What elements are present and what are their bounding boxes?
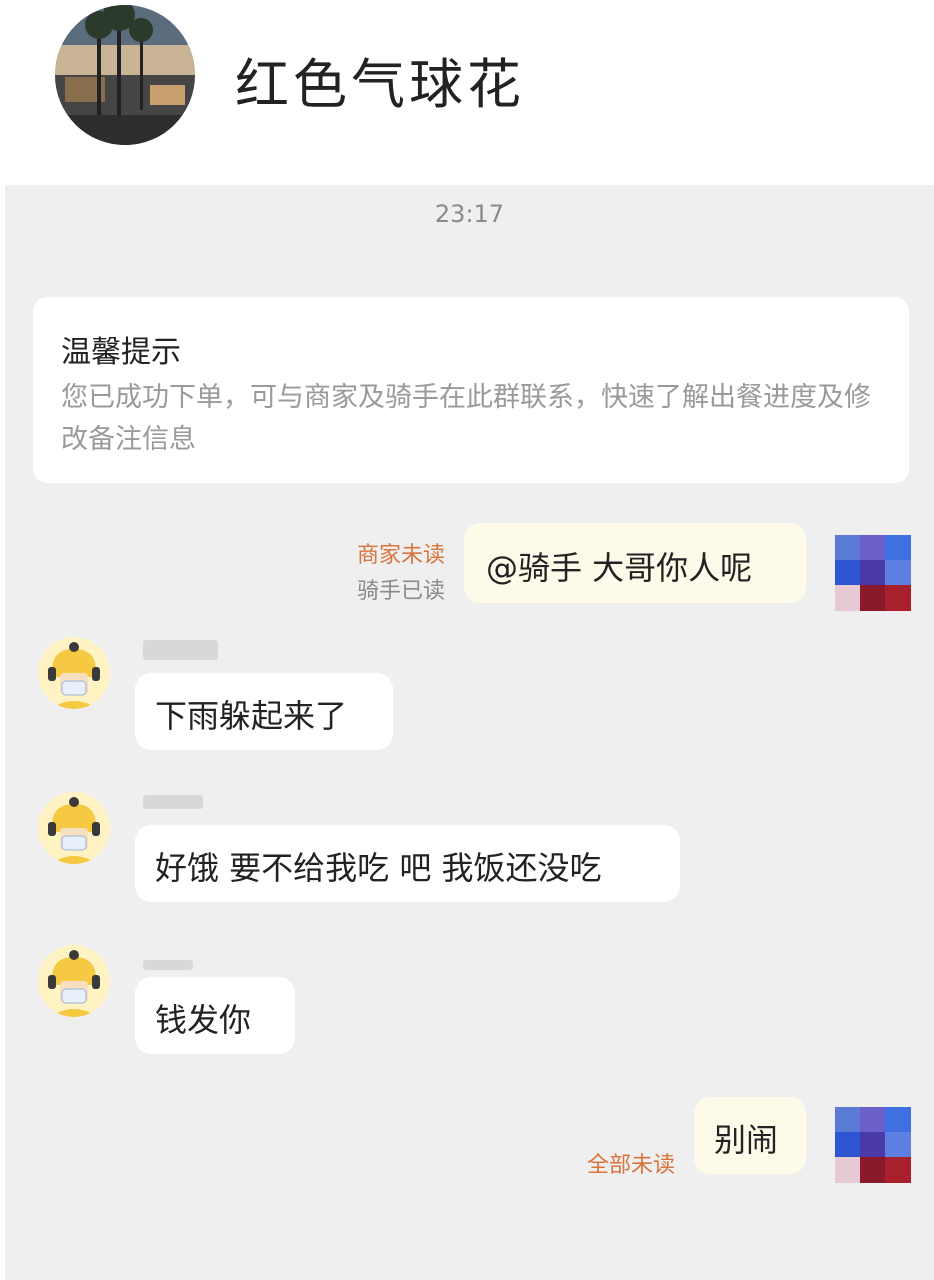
chat-header: 红色气球花 [0, 0, 934, 185]
pixelated-avatar-icon[interactable] [835, 1107, 911, 1183]
rider-helmet-avatar-icon[interactable] [38, 792, 110, 864]
read-status-rider-read: 骑手已读 [356, 579, 445, 604]
palm-street-avatar-icon [55, 5, 195, 145]
chat-area[interactable]: 23:17 温馨提示 您已成功下单，可与商家及骑手在此群联系，快速了解出餐进度及… [5, 185, 934, 1280]
group-avatar[interactable] [55, 5, 195, 145]
message-bubble-self[interactable]: @骑手 大哥你人呢 [464, 523, 806, 603]
pixelated-avatar-icon[interactable] [835, 535, 911, 611]
message-bubble-self[interactable]: 别闹 [694, 1097, 806, 1174]
rider-helmet-avatar-icon[interactable] [38, 945, 110, 1017]
message-bubble-rider[interactable]: 下雨躲起来了 [135, 673, 393, 750]
notice-card: 温馨提示 您已成功下单，可与商家及骑手在此群联系，快速了解出餐进度及修改备注信息 [33, 297, 909, 483]
message-timestamp: 23:17 [434, 200, 505, 228]
chat-title: 红色气球花 [235, 53, 525, 116]
read-status-merchant-unread: 商家未读 [356, 543, 445, 568]
rider-helmet-avatar-icon[interactable] [38, 637, 110, 709]
read-status-all-unread: 全部未读 [586, 1153, 675, 1178]
notice-body: 您已成功下单，可与商家及骑手在此群联系，快速了解出餐进度及修改备注信息 [61, 382, 871, 455]
message-bubble-rider[interactable]: 钱发你 [135, 977, 295, 1054]
sender-name-blurred [143, 640, 218, 660]
sender-name-blurred [143, 795, 203, 809]
sender-name-blurred [143, 960, 193, 970]
notice-title: 温馨提示 [61, 335, 181, 370]
message-bubble-rider[interactable]: 好饿 要不给我吃 吧 我饭还没吃 [135, 825, 680, 902]
